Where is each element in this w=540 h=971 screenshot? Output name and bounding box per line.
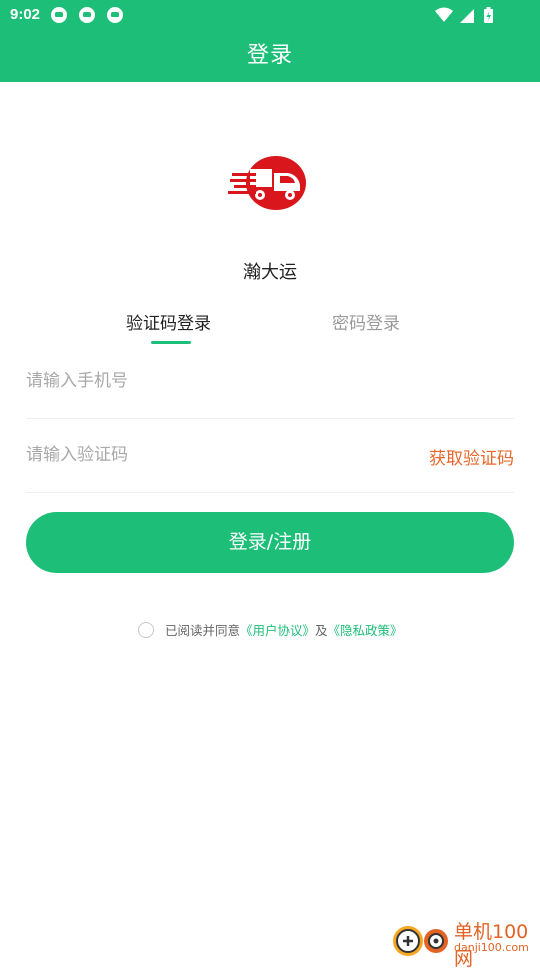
- status-time: 9:02: [10, 6, 41, 23]
- phone-input[interactable]: [26, 344, 386, 418]
- danji100-logo-icon: [393, 926, 448, 956]
- privacy-policy-link[interactable]: 《隐私政策》: [328, 623, 403, 638]
- page-title: 登录: [246, 43, 293, 68]
- agreement-prefix: 已阅读并同意: [165, 623, 241, 638]
- code-field-row: 获取验证码: [26, 418, 514, 493]
- tab-sms-code-login[interactable]: 验证码登录: [126, 309, 211, 334]
- agreement-row: 已阅读并同意《用户协议》及《隐私政策》: [138, 620, 403, 638]
- verification-code-input[interactable]: [26, 418, 386, 492]
- user-agreement-link[interactable]: 《用户协议》: [240, 623, 315, 638]
- driving-app-notification-icon: [79, 7, 95, 23]
- app-name: 瀚大运: [243, 262, 297, 283]
- agreement-checkbox[interactable]: [138, 621, 154, 638]
- login-register-button[interactable]: 登录/注册: [26, 512, 514, 573]
- watermark: 单机100网 danji100.com: [390, 915, 540, 970]
- agreement-conjunction: 及: [315, 623, 328, 638]
- watermark-url: danji100.com: [454, 941, 529, 954]
- status-bar: 9:02: [0, 0, 540, 30]
- tab-password-login[interactable]: 密码登录: [332, 309, 400, 334]
- app-bar: 登录: [0, 30, 540, 82]
- driving-app-notification-icon: [107, 7, 123, 23]
- wifi-icon: [435, 7, 453, 22]
- system-status-icons: [435, 7, 493, 23]
- cell-signal-icon: [460, 9, 474, 23]
- get-code-button[interactable]: 获取验证码: [429, 444, 514, 469]
- driving-app-notification-icon: [51, 7, 67, 23]
- delivery-truck-logo: [228, 156, 306, 210]
- phone-field-row: [26, 344, 514, 419]
